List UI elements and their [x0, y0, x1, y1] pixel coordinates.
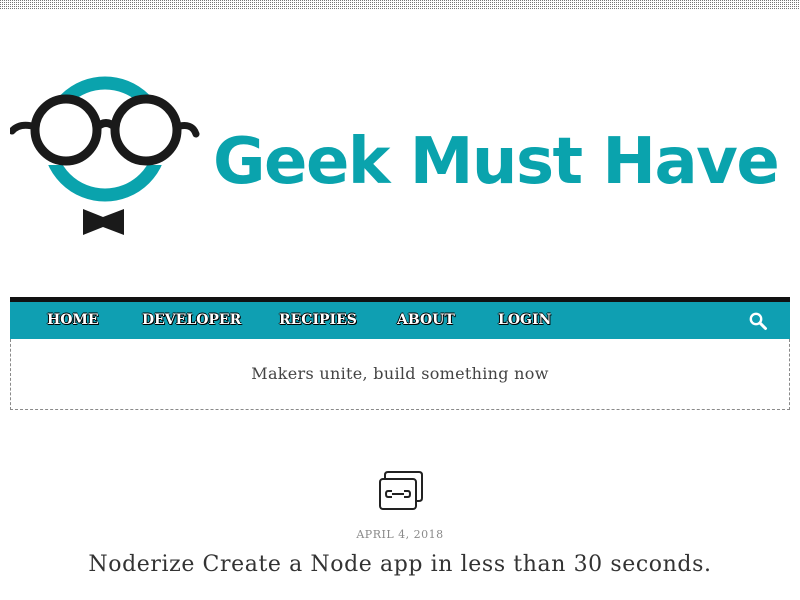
- post-title[interactable]: Noderize Create a Node app in less than …: [0, 552, 800, 577]
- nav-item-developer[interactable]: Developer: [142, 302, 241, 339]
- post-date: April 4, 2018: [356, 528, 444, 541]
- site-logo[interactable]: Geek Must Have: [10, 72, 795, 242]
- link-icon: [378, 470, 424, 512]
- nav-item-about[interactable]: About: [397, 302, 455, 339]
- tagline-box: Makers unite, build something now: [10, 339, 790, 410]
- site-tagline: Makers unite, build something now: [251, 364, 549, 383]
- nav-item-login[interactable]: Login: [498, 302, 551, 339]
- nav-item-home[interactable]: Home: [47, 302, 99, 339]
- top-stripe: [0, 0, 800, 9]
- site-title[interactable]: Geek Must Have: [213, 124, 780, 200]
- main-nav: Home Developer Recipies About Login: [10, 297, 790, 339]
- nav-item-recipies[interactable]: Recipies: [279, 302, 357, 339]
- search-icon[interactable]: [748, 311, 768, 331]
- geek-mascot-icon: [10, 76, 200, 235]
